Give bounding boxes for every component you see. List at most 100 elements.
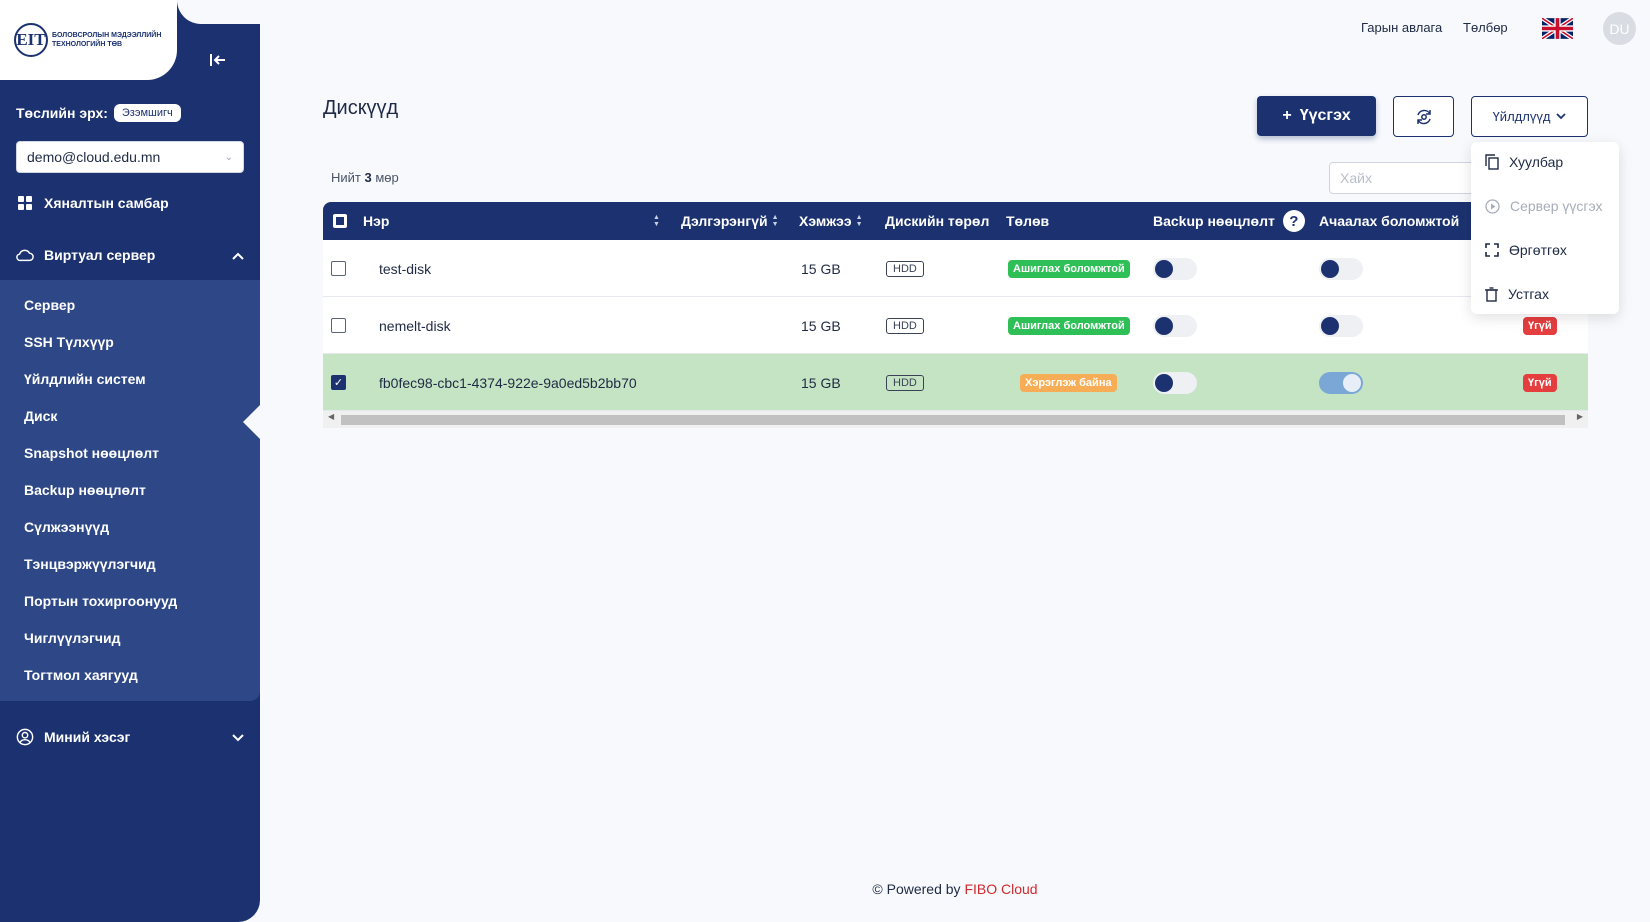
play-circle-icon (1485, 198, 1500, 214)
column-name-label: Нэр (363, 213, 390, 229)
sidebar-item-disk[interactable]: Диск (24, 408, 57, 424)
chevron-down-icon (232, 729, 244, 745)
table-row[interactable]: test-disk 15 GB HDD Ашиглах боломжтой (323, 240, 1588, 297)
virtual-server-submenu: Сервер SSH Түлхүүр Үйлдлийн систем Диск … (0, 280, 260, 701)
row-checkbox[interactable]: ✓ (331, 375, 346, 390)
column-size-label: Хэмжээ (799, 213, 852, 229)
menu-item-create-server[interactable]: Сервер үүсгэх (1485, 198, 1603, 214)
bootable-toggle[interactable] (1319, 257, 1363, 280)
row-count: Нийт 3 мөр (331, 170, 399, 185)
sidebar-item-server[interactable]: Сервер (24, 297, 75, 313)
sidebar-notch (177, 0, 260, 24)
sort-name-icon[interactable]: ▲ ▼ (653, 202, 660, 240)
row-count-suffix: мөр (375, 170, 399, 185)
table-row[interactable]: ✓ fb0fec98-cbc1-4374-922e-9a0ed5b2bb70 1… (323, 354, 1588, 411)
column-backup-label: Backup нөөцлөлт (1153, 213, 1275, 229)
status-badge: Ашиглах боломжтой (1008, 259, 1130, 278)
sidebar-item-snapshot[interactable]: Snapshot нөөцлөлт (24, 445, 159, 461)
guide-link[interactable]: Гарын авлага (1361, 20, 1442, 35)
footer-brand-link[interactable]: FIBO Cloud (964, 881, 1037, 897)
column-disk-type: Дискийн төрөл (885, 202, 989, 240)
refresh-button[interactable] (1393, 96, 1454, 137)
row-count-prefix: Нийт (331, 170, 361, 185)
row-checkbox[interactable] (331, 261, 346, 276)
last-column-badge: Үгүй (1523, 373, 1557, 392)
disk-size: 15 GB (801, 317, 841, 334)
role-badge: Эзэмшигч (113, 104, 181, 122)
disk-size: 15 GB (801, 260, 841, 277)
actions-dropdown-button[interactable]: Үйлдлүүд (1471, 96, 1588, 137)
row-count-value: 3 (364, 170, 372, 185)
sidebar-item-backup[interactable]: Backup нөөцлөлт (24, 482, 146, 498)
column-status-label: Төлөв (1006, 213, 1050, 229)
scroll-left-icon[interactable]: ◀ (328, 412, 334, 421)
sidebar-item-os[interactable]: Үйлдлийн систем (24, 371, 146, 387)
logo[interactable]: EIT Боловсролын мэдээллийн технологийн т… (0, 0, 177, 80)
sidebar-item-routers[interactable]: Чиглүүлэгчид (24, 630, 120, 646)
disk-table: Нэр ▲ ▼ Дэлгэрэнгүй ▲ ▼ Хэмжээ ▲ ▼ Дискийн … (323, 202, 1588, 428)
scrollbar-thumb[interactable] (341, 415, 1565, 425)
row-checkbox[interactable] (331, 318, 346, 333)
logo-mark: EIT (14, 23, 48, 57)
sidebar-item-ssh-key[interactable]: SSH Түлхүүр (24, 334, 114, 350)
nav-dashboard[interactable]: Хяналтын самбар (16, 194, 244, 212)
nav-virtual-server-label: Виртуал сервер (44, 247, 156, 263)
column-disk-type-label: Дискийн төрөл (885, 213, 990, 229)
column-size[interactable]: Хэмжээ ▲ ▼ (799, 202, 863, 240)
active-item-indicator (243, 405, 260, 439)
footer: © Powered by FIBO Cloud (0, 881, 1650, 897)
page-title: Дискүүд (323, 97, 399, 119)
search-input[interactable] (1329, 162, 1489, 194)
menu-item-extend-label: Өргөтгөх (1509, 242, 1567, 258)
scroll-right-icon[interactable]: ▶ (1577, 412, 1583, 421)
backup-toggle[interactable] (1153, 314, 1197, 337)
bootable-toggle[interactable] (1319, 314, 1363, 337)
collapse-sidebar-button[interactable] (205, 47, 231, 73)
trash-icon (1485, 286, 1498, 302)
backup-toggle[interactable] (1153, 371, 1197, 394)
sidebar-item-floating-ips[interactable]: Тогтмол хаягууд (24, 667, 138, 683)
disk-name[interactable]: test-disk (379, 240, 431, 297)
sort-icon: ▲ ▼ (771, 214, 779, 228)
logo-text: Боловсролын мэдээллийн технологийн төв (52, 32, 162, 48)
avatar[interactable]: DU (1603, 12, 1636, 45)
disk-name[interactable]: fb0fec98-cbc1-4374-922e-9a0ed5b2bb70 (379, 354, 637, 411)
dashboard-icon (16, 194, 34, 212)
account-select[interactable]: demo@cloud.edu.mn ⌄ (16, 141, 244, 173)
menu-item-extend[interactable]: Өргөтгөх (1485, 242, 1567, 258)
column-details[interactable]: Дэлгэрэнгүй ▲ ▼ (681, 202, 779, 240)
disk-name[interactable]: nemelt-disk (379, 297, 451, 354)
bootable-toggle[interactable] (1319, 371, 1363, 394)
copy-icon (1485, 154, 1499, 170)
sidebar-item-ports[interactable]: Портын тохиргоонууд (24, 593, 177, 609)
column-name[interactable]: Нэр (363, 202, 389, 240)
account-select-value: demo@cloud.edu.mn (27, 149, 161, 165)
horizontal-scrollbar[interactable]: ◀ ▶ (323, 411, 1588, 428)
menu-item-create-server-label: Сервер үүсгэх (1510, 198, 1603, 214)
nav-my-section-label: Миний хэсэг (44, 729, 131, 745)
nav-my-section[interactable]: Миний хэсэг (16, 728, 244, 746)
user-circle-icon (16, 728, 34, 746)
backup-toggle[interactable] (1153, 257, 1197, 280)
chevron-up-icon (232, 247, 244, 263)
menu-item-delete[interactable]: Устгах (1485, 286, 1549, 302)
create-button-label: Үүсгэх (1299, 107, 1351, 124)
column-status: Төлөв (1006, 202, 1049, 240)
last-column-badge: Үгүй (1523, 316, 1557, 335)
column-backup: Backup нөөцлөлт ? (1153, 202, 1305, 240)
payment-link[interactable]: Төлбөр (1463, 20, 1508, 35)
uk-flag-icon[interactable] (1540, 16, 1575, 41)
status-badge: Ашиглах боломжтой (1008, 316, 1130, 335)
select-all-checkbox[interactable] (333, 214, 347, 228)
create-button[interactable]: + Үүсгэх (1257, 96, 1376, 136)
role-row: Төслийн эрх: Эзэмшигч (16, 104, 181, 122)
table-row[interactable]: nemelt-disk 15 GB HDD Ашиглах боломжтой … (323, 297, 1588, 354)
column-bootable: Ачаалах боломжтой (1319, 202, 1459, 240)
menu-item-copy[interactable]: Хуулбар (1485, 154, 1563, 170)
nav-virtual-server[interactable]: Виртуал сервер (16, 246, 244, 264)
actions-dropdown-menu: Хуулбар Сервер үүсгэх Өргөтгөх Устгах (1471, 142, 1619, 314)
help-icon[interactable]: ? (1282, 210, 1305, 232)
status-badge: Хэрэглэж байна (1020, 373, 1117, 392)
sidebar-item-networks[interactable]: Сүлжээнүүд (24, 519, 109, 535)
sidebar-item-load-balancers[interactable]: Тэнцвэржүүлэгчид (24, 556, 156, 572)
